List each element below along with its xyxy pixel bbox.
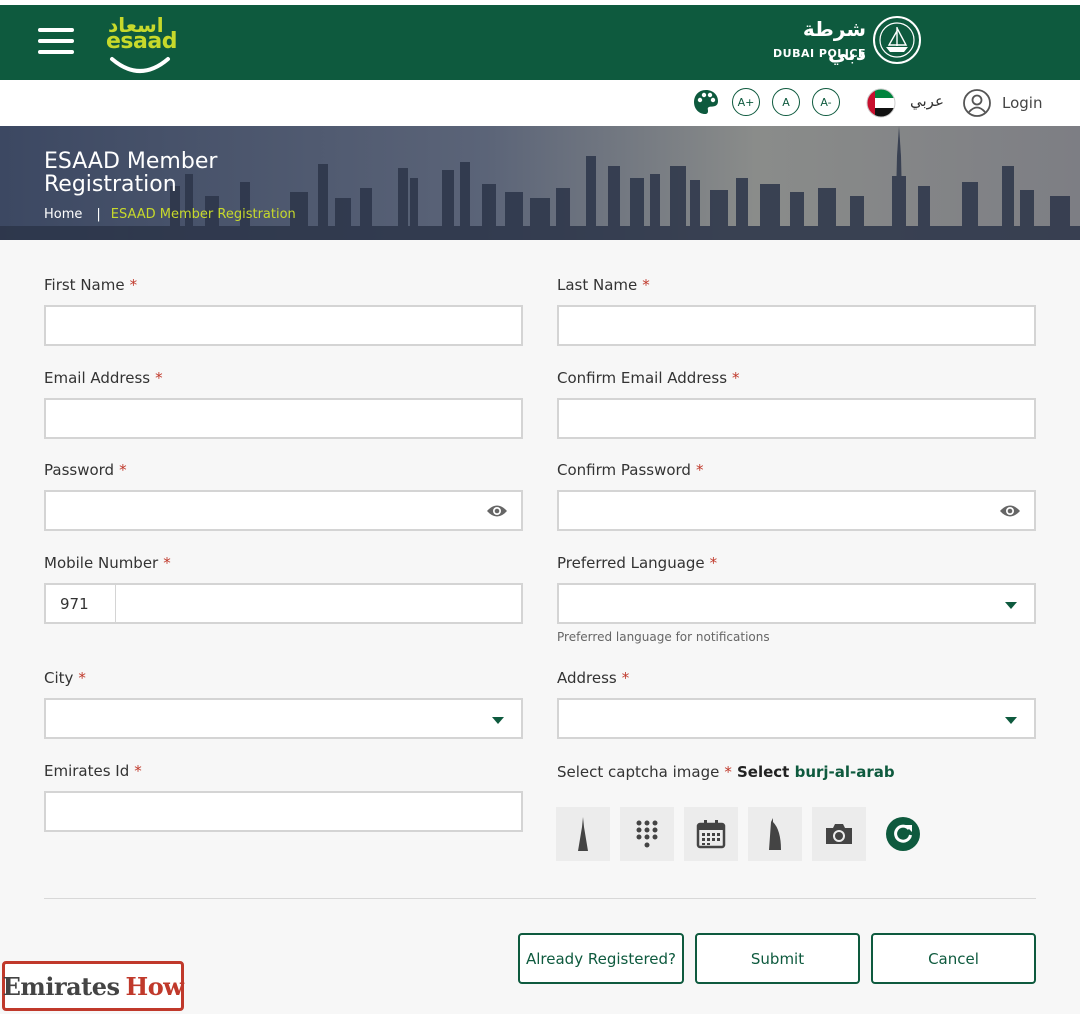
email-label: Email Address *	[44, 369, 163, 387]
dial-pad-icon	[636, 820, 658, 848]
dubai-police-logo[interactable]: شرطة دبي DUBAI POLICE	[773, 13, 926, 75]
submit-button[interactable]: Submit	[695, 933, 860, 984]
password-input[interactable]	[44, 490, 523, 531]
confirm-password-input[interactable]	[557, 490, 1036, 531]
captcha-refresh-button[interactable]	[886, 817, 920, 851]
last-name-input[interactable]	[557, 305, 1036, 346]
smile-icon	[110, 57, 170, 73]
utility-bar: A+ A A- عربي Login	[0, 80, 1080, 126]
font-reset-button[interactable]: A	[772, 88, 800, 116]
captcha-target: burj-al-arab	[794, 763, 895, 781]
preferred-language-chevron-down-icon	[1005, 602, 1017, 609]
first-name-label: First Name *	[44, 276, 138, 294]
breadcrumb-home-link[interactable]: Home	[44, 207, 82, 222]
preferred-language-hint: Preferred language for notifications	[557, 630, 770, 644]
login-link[interactable]: Login	[962, 88, 1042, 118]
font-increase-button[interactable]: A+	[732, 88, 760, 116]
user-icon	[963, 89, 991, 117]
email-input[interactable]	[44, 398, 523, 439]
password-label: Password *	[44, 461, 127, 479]
city-label: City *	[44, 669, 86, 687]
arabic-language-link[interactable]: عربي	[910, 92, 944, 110]
city-chevron-down-icon	[492, 717, 504, 724]
emirates-id-input[interactable]	[44, 791, 523, 832]
address-select[interactable]	[557, 698, 1036, 739]
font-decrease-button[interactable]: A-	[812, 88, 840, 116]
calendar-icon	[696, 820, 726, 849]
already-registered-button[interactable]: Already Registered?	[518, 933, 684, 984]
mobile-number-input[interactable]	[115, 583, 523, 624]
cancel-button[interactable]: Cancel	[871, 933, 1036, 984]
refresh-icon	[894, 824, 912, 843]
captcha-instruction: Select burj-al-arab	[737, 763, 895, 781]
last-name-label: Last Name *	[557, 276, 650, 294]
captcha-camera-tile[interactable]	[812, 807, 866, 861]
confirm-password-visibility-eye-icon[interactable]	[999, 503, 1021, 519]
password-visibility-eye-icon[interactable]	[486, 503, 508, 519]
address-label: Address *	[557, 669, 630, 687]
city-select[interactable]	[44, 698, 523, 739]
breadcrumb-current: ESAAD Member Registration	[110, 207, 296, 222]
confirm-email-label: Confirm Email Address *	[557, 369, 740, 387]
first-name-input[interactable]	[44, 305, 523, 346]
preferred-language-label: Preferred Language *	[557, 554, 718, 572]
preferred-language-select[interactable]	[557, 583, 1036, 624]
confirm-email-input[interactable]	[557, 398, 1036, 439]
uae-flag-icon[interactable]	[866, 88, 896, 118]
camera-icon	[826, 824, 852, 844]
captcha-dial-pad-tile[interactable]	[620, 807, 674, 861]
hamburger-menu-icon[interactable]	[38, 27, 74, 55]
emirates-how-watermark: Emirates How	[2, 961, 184, 1011]
dubai-police-emblem-icon	[873, 16, 921, 64]
captcha-calendar-tile[interactable]	[684, 807, 738, 861]
breadcrumb: Home | ESAAD Member Registration	[44, 207, 296, 222]
burj-al-arab-icon	[769, 818, 781, 850]
burj-khalifa-icon	[578, 817, 588, 851]
address-chevron-down-icon	[1005, 717, 1017, 724]
country-code-prefix: 971	[44, 583, 116, 624]
page-banner: ESAAD Member Registration Home | ESAAD M…	[0, 126, 1080, 240]
captcha-burj-al-arab-tile[interactable]	[748, 807, 802, 861]
mobile-number-label: Mobile Number *	[44, 554, 171, 572]
dubai-police-english: DUBAI POLICE	[773, 47, 866, 60]
esaad-logo[interactable]: اسعاد esaad	[102, 13, 178, 75]
captcha-label: Select captcha image *	[557, 763, 732, 781]
page-title: ESAAD Member Registration	[44, 149, 218, 197]
confirm-password-label: Confirm Password *	[557, 461, 704, 479]
captcha-burj-khalifa-tile[interactable]	[556, 807, 610, 861]
site-header: اسعاد esaad شرطة دبي DUBAI POLICE	[0, 5, 1080, 80]
form-divider	[44, 898, 1036, 899]
emirates-id-label: Emirates Id *	[44, 762, 142, 780]
login-label: Login	[1002, 94, 1043, 112]
color-palette-icon[interactable]	[692, 88, 720, 116]
breadcrumb-separator: |	[96, 207, 101, 222]
